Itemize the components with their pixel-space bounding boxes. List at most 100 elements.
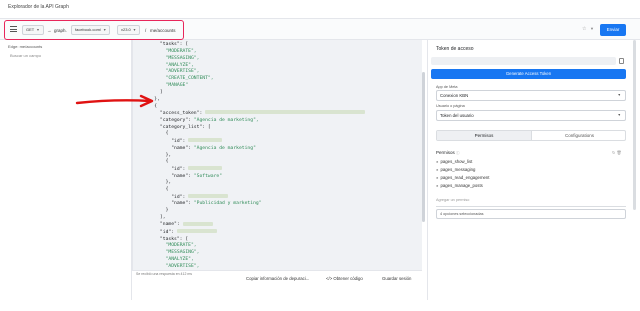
json-string-value: "Software" (193, 173, 223, 179)
json-line-text: { (143, 131, 169, 137)
json-line-text: ] (143, 89, 163, 95)
permission-item[interactable]: ✕ pages_read_engagement (436, 175, 490, 180)
json-string-value: "MODERATE", (165, 48, 197, 54)
json-string-value: "ANALYZE", (165, 257, 194, 263)
panel-divider (427, 40, 428, 300)
json-line: "tasks": [ (143, 42, 188, 47)
json-line: ] (143, 90, 163, 95)
json-string-value: "MANAGE" (165, 83, 189, 89)
field-search-input[interactable]: Buscar un campo (10, 53, 41, 58)
json-line-text: ], (143, 215, 166, 221)
json-line: ], (143, 215, 166, 220)
access-token-field[interactable] (431, 57, 616, 65)
json-line-text: "id": (143, 138, 189, 144)
chevron-down-icon: ▼ (617, 113, 621, 117)
user-page-label: Usuario o página (436, 104, 465, 108)
page-scrollbar[interactable] (633, 40, 636, 210)
json-string-value: "MODERATE", (165, 243, 197, 249)
json-string-value: "CREATE_CONTENT", (165, 76, 214, 82)
json-line: "category_list": [ (143, 125, 211, 130)
json-line-text (143, 257, 166, 262)
tab-configurations[interactable]: Configurations (532, 131, 627, 140)
redacted-value (188, 138, 223, 143)
json-response: "tasks": [ "MODERATE", "MESSAGING", "ANA… (133, 40, 422, 290)
json-string-value: "Agencia de marketing" (193, 145, 256, 151)
close-icon: ✕ (436, 176, 439, 180)
close-icon: ✕ (436, 168, 439, 172)
json-line-text: "name": (143, 222, 183, 228)
json-line-text (143, 69, 166, 74)
json-string-value: "Publicidad y marketing" (193, 201, 262, 207)
url-input-area[interactable] (186, 25, 590, 35)
json-line: "id": (143, 194, 229, 200)
permission-item[interactable]: ✕ pages_manage_posts (436, 183, 483, 188)
json-line: }, (143, 180, 172, 185)
json-string-value: "Agencia de marketing", (193, 117, 259, 123)
permission-item[interactable]: ✕ pages_messaging (436, 167, 475, 172)
json-line-text (143, 76, 166, 81)
path-separator: / (145, 28, 147, 33)
json-line-text: "tasks": [ (143, 236, 189, 242)
options-selected-select[interactable]: 4 opciones seleccionadas (436, 209, 626, 219)
json-line-text (143, 243, 166, 248)
json-line-text: { (143, 159, 169, 165)
permissions-actions[interactable]: ↻ 🗑 (612, 150, 622, 155)
json-line-text: "category_list": [ (143, 124, 211, 130)
close-icon: ✕ (436, 160, 439, 164)
json-line: "name": "Software" (143, 174, 222, 179)
submit-button[interactable]: Enviar (600, 24, 626, 36)
json-line: { (143, 187, 169, 192)
save-session-button[interactable]: Guardar sesión (382, 276, 411, 281)
response-editor[interactable]: "tasks": [ "MODERATE", "MESSAGING", "ANA… (132, 40, 422, 290)
permissions-heading: Permisos ⓘ (436, 150, 460, 155)
copy-debug-button[interactable]: Copiar información de depuraci... (246, 276, 309, 281)
json-line-text (143, 56, 166, 61)
meta-app-select[interactable]: Conexion KBN ▼ (436, 90, 626, 101)
json-line: { (143, 159, 169, 165)
add-permission-input[interactable]: Agregar un permiso (436, 198, 626, 207)
refresh-icon: ↻ (612, 150, 616, 155)
tab-permissions[interactable]: Permisos (437, 131, 532, 140)
json-line-text (143, 49, 166, 54)
json-line-text: "category": (143, 117, 194, 123)
get-code-label: Obtener código (333, 276, 363, 281)
version-label: v23.0 (121, 27, 131, 32)
version-select[interactable]: v23.0 ▼ (117, 25, 141, 35)
redacted-value (188, 166, 223, 171)
star-icon[interactable]: ☆ (582, 26, 586, 32)
json-line-text: "id": (143, 166, 189, 172)
permission-item[interactable]: ✕ pages_show_list (436, 159, 472, 164)
json-string-value: "MESSAGING", (165, 55, 200, 61)
chevron-down-icon: ▼ (103, 28, 107, 32)
user-page-select[interactable]: Token del usuario ▼ (436, 110, 626, 121)
json-line: "name": "Agencia de marketing" (143, 146, 256, 151)
json-line: }, (143, 153, 172, 158)
get-code-button[interactable]: </> Obtener código (326, 276, 363, 281)
trash-icon: 🗑 (616, 150, 622, 155)
redacted-value (188, 194, 229, 199)
host-select[interactable]: facebook.com/▼ (71, 25, 111, 35)
json-line: "ADVERTISE", (143, 264, 200, 269)
json-line-text: } (143, 208, 169, 214)
redacted-value (176, 229, 217, 234)
json-line-text: { (143, 103, 158, 109)
json-line-text (143, 250, 166, 255)
path-input[interactable]: me/accounts (150, 28, 176, 33)
hamburger-menu-icon[interactable] (10, 26, 17, 32)
json-line: "CREATE_CONTENT", (143, 76, 214, 81)
copy-icon[interactable] (619, 58, 624, 64)
editor-scrollbar[interactable] (422, 72, 425, 222)
json-line: "ANALYZE", (143, 63, 194, 68)
json-string-value: "ADVERTISE", (165, 69, 200, 75)
chevron-down-icon[interactable]: ▼ (590, 26, 594, 31)
host-label: facebook.com/ (75, 27, 102, 32)
method-select[interactable]: GET ▼ (22, 25, 44, 35)
chevron-down-icon: ▼ (132, 28, 137, 32)
json-line: "MODERATE", (143, 243, 197, 248)
url-arrow-icon: → (47, 28, 52, 33)
json-line-text: "access_token": (143, 110, 206, 116)
generate-token-button[interactable]: Generate Access Token (431, 69, 626, 79)
json-line: "MESSAGING", (143, 55, 200, 61)
json-line: "name": (143, 221, 213, 228)
meta-app-value: Conexion KBN (440, 93, 469, 98)
